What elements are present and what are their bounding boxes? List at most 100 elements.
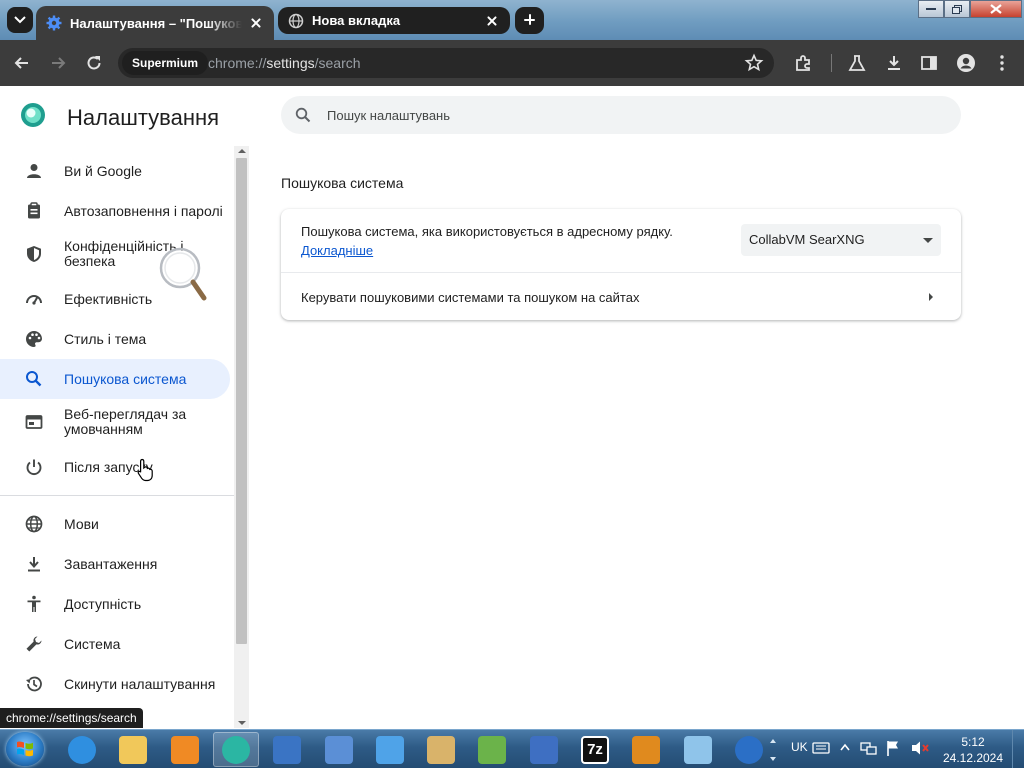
download-icon[interactable] (884, 53, 904, 73)
bookmark-star-icon[interactable] (744, 53, 764, 73)
status-bubble: chrome://settings/search (0, 708, 143, 728)
reload-icon[interactable] (84, 53, 104, 73)
browser-chip[interactable]: Supermium (122, 51, 209, 75)
sidebar-item-label: Завантаження (64, 555, 158, 572)
url-host: settings (266, 55, 315, 71)
side-panel-icon[interactable] (919, 53, 939, 73)
language-indicator[interactable]: UK (791, 740, 808, 754)
sidebar-item-downloads[interactable]: Завантаження (0, 549, 230, 579)
sidebar-item-system[interactable]: Система (0, 629, 230, 659)
search-engine-card: Пошукова система, яка використовується в… (281, 209, 961, 320)
sidebar-scrollbar[interactable] (234, 146, 249, 728)
back-arrow-icon[interactable] (12, 53, 32, 73)
new-tab-button[interactable] (515, 7, 544, 34)
learn-more-link[interactable]: Докладніше (301, 243, 373, 258)
show-desktop-button[interactable] (1012, 730, 1024, 768)
dropdown-arrow-icon (923, 238, 933, 243)
sidebar-item-label: Скинути налаштування (64, 675, 216, 692)
restore-icon (952, 4, 962, 14)
tab-strip: Налаштування – "Пошукова система" Нова в… (0, 0, 1024, 40)
palette-icon (26, 331, 42, 347)
url-text[interactable]: chrome://settings/search (208, 55, 361, 71)
taskbar-app-paper-plane[interactable] (367, 732, 413, 767)
taskbar-app-media-player[interactable] (162, 732, 208, 767)
close-window-button[interactable] (970, 0, 1022, 18)
chevron-down-icon (14, 16, 26, 24)
speedometer-icon (26, 295, 42, 305)
sidebar-item-label: Веб-переглядач за умовчанням (64, 406, 187, 437)
close-tab-icon[interactable] (484, 13, 500, 29)
taskbar-app-internet-explorer[interactable] (59, 732, 105, 767)
sidebar-item-languages[interactable]: Мови (0, 509, 230, 539)
sidebar-item-accessibility[interactable]: Доступність (0, 589, 230, 619)
chevron-right-icon (929, 293, 933, 301)
search-engine-select[interactable]: CollabVM SearXNG (741, 224, 941, 256)
more-menu-icon[interactable] (992, 53, 1012, 73)
settings-search-box[interactable] (281, 96, 961, 134)
close-tab-icon[interactable] (248, 15, 264, 31)
taskbar-app-infinity[interactable] (521, 732, 567, 767)
taskbar-app-magnifier-app[interactable] (623, 732, 669, 767)
address-bar[interactable]: Supermium chrome://settings/search (118, 48, 774, 78)
scroll-down-arrow-icon[interactable] (238, 721, 246, 725)
download-icon (28, 557, 40, 572)
windows-taskbar: 7z UK 5:12 24.12.2024 (0, 729, 1024, 768)
sidebar-item-autofill[interactable]: Автозаповнення і паролі (0, 196, 230, 226)
action-center-flag-icon[interactable] (885, 739, 901, 757)
sidebar-item-label: Конфіденційність і безпека (64, 238, 184, 269)
taskbar-app-network-computer[interactable] (316, 732, 362, 767)
forward-arrow-icon[interactable] (48, 53, 68, 73)
close-icon (990, 4, 1002, 14)
clock-date[interactable]: 24.12.2024 (938, 751, 1008, 765)
manage-search-engines-row[interactable]: Керувати пошуковими системами та пошуком… (281, 273, 961, 320)
sidebar-item-privacy[interactable]: Конфіденційність і безпека (0, 234, 230, 274)
keyboard-icon[interactable] (812, 741, 830, 755)
taskbar-app-help[interactable] (726, 732, 772, 767)
network-icon[interactable] (860, 740, 878, 756)
remote-desktop-icon (273, 735, 301, 764)
sidebar-item-appearance[interactable]: Стиль і тема (0, 324, 230, 354)
tab-settings[interactable]: Налаштування – "Пошукова система" (36, 6, 274, 40)
magnifier-app-icon (632, 735, 660, 764)
supermium-icon (222, 735, 250, 764)
scroll-up-arrow-icon[interactable] (238, 149, 246, 153)
settings-search-input[interactable] (327, 96, 927, 134)
sidebar-item-default-browser[interactable]: Веб-переглядач за умовчанням (0, 402, 230, 442)
engine-row-label: Пошукова система, яка використовується в… (301, 224, 673, 239)
taskbar-app-paint-palette[interactable] (418, 732, 464, 767)
taskbar-app-supermium[interactable] (213, 732, 259, 767)
window-controls (918, 0, 1022, 18)
sidebar-item-label: Мови (64, 515, 99, 532)
sidebar-item-performance[interactable]: Ефективність (0, 284, 230, 314)
clock-time[interactable]: 5:12 (943, 735, 1003, 749)
profile-avatar-icon[interactable] (956, 53, 976, 73)
taskbar-app-folder[interactable] (110, 732, 156, 767)
clipboard-icon (28, 202, 40, 219)
sidebar-item-label: Доступність (64, 595, 142, 612)
tab-new-tab[interactable]: Нова вкладка (278, 7, 510, 34)
start-button[interactable] (6, 732, 44, 766)
sidebar-item-search-engine[interactable]: Пошукова система (0, 359, 230, 399)
settings-sidebar: Ви й Google Автозаповнення і паролі Конф… (0, 146, 234, 729)
labs-flask-icon[interactable] (847, 53, 867, 73)
power-icon (26, 459, 42, 476)
sidebar-item-reset[interactable]: Скинути налаштування (0, 669, 230, 699)
taskbar-app-remote-desktop[interactable] (264, 732, 310, 767)
taskbar-scroll-arrows-icon[interactable] (768, 733, 778, 767)
sidebar-item-label: Автозаповнення і паролі (64, 202, 223, 219)
show-hidden-icons-icon[interactable] (840, 743, 850, 751)
supermium-logo-icon (21, 103, 45, 127)
manage-search-engines-label: Керувати пошуковими системами та пошуком… (301, 290, 640, 305)
sidebar-item-you-and-google[interactable]: Ви й Google (0, 156, 230, 186)
volume-muted-icon[interactable] (910, 739, 930, 757)
maximize-button[interactable] (944, 0, 970, 18)
minimize-button[interactable] (918, 0, 944, 18)
taskbar-app-document[interactable] (675, 732, 721, 767)
tab-search-button[interactable] (7, 7, 33, 33)
extensions-icon[interactable] (794, 53, 814, 73)
internet-explorer-icon (68, 735, 96, 764)
taskbar-app-seven-zip[interactable]: 7z (572, 732, 618, 767)
sidebar-item-on-startup[interactable]: Після запуску (0, 452, 230, 482)
taskbar-app-notepad[interactable] (469, 732, 515, 767)
scroll-thumb[interactable] (236, 158, 247, 644)
